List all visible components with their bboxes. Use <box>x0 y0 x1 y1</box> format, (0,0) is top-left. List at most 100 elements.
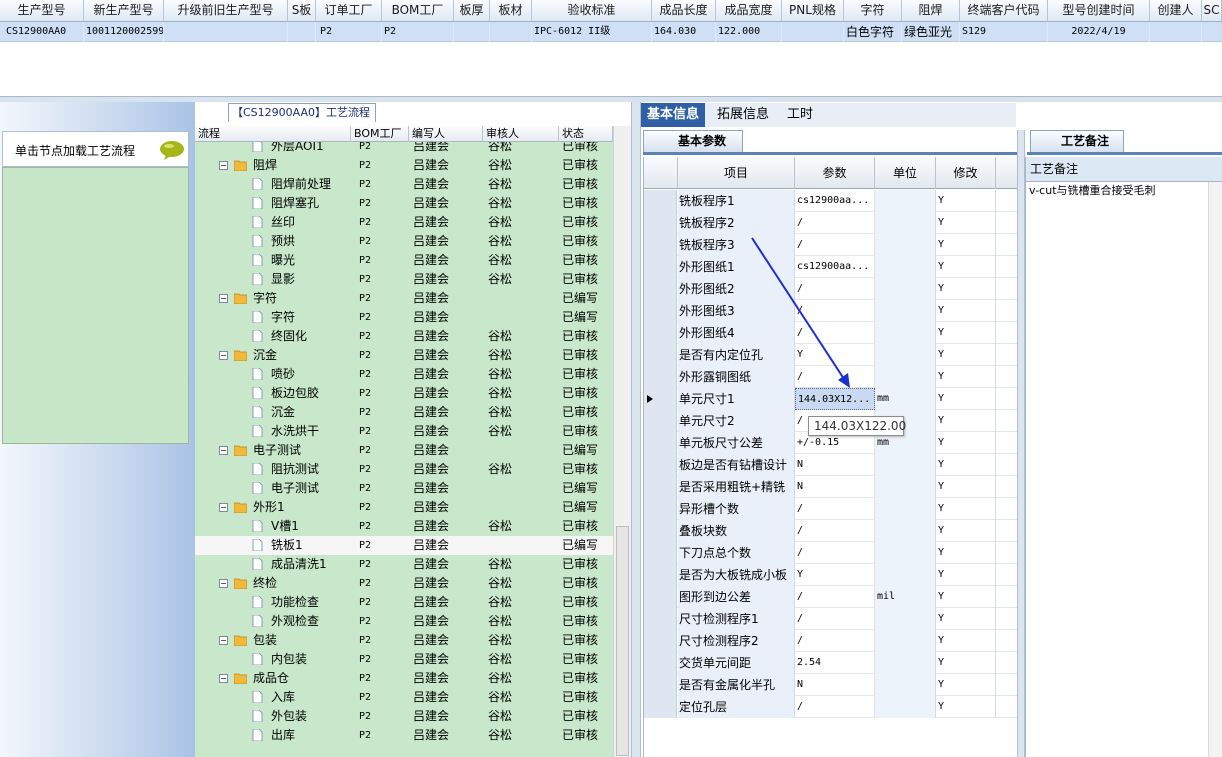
params-col-unit[interactable]: 单位 <box>875 157 936 189</box>
param-unit-cell[interactable]: mil <box>875 586 936 608</box>
col-header-length[interactable]: 成品长度 <box>652 0 716 22</box>
collapse-toggle-icon[interactable]: − <box>219 579 228 588</box>
param-unit-cell[interactable] <box>875 366 936 388</box>
collapse-toggle-icon[interactable]: − <box>219 503 228 512</box>
tree-col-flow[interactable]: 流程 <box>195 126 351 142</box>
tab-work-hours[interactable]: 工时 <box>781 103 819 127</box>
tree-group-row[interactable]: − 字符 P2 吕建会 已编写 <box>195 289 613 308</box>
tab-basic-params[interactable]: 基本参数 <box>643 130 743 152</box>
param-modify-cell[interactable]: Y <box>936 674 996 696</box>
row-indicator[interactable] <box>644 388 677 410</box>
param-unit-cell[interactable] <box>875 608 936 630</box>
col-header-standard[interactable]: 验收标准 <box>532 0 652 22</box>
notes-scrollbar[interactable] <box>1208 182 1222 757</box>
row-indicator[interactable] <box>644 630 677 652</box>
row-indicator[interactable] <box>644 696 677 718</box>
params-col-modify[interactable]: 修改 <box>936 157 996 189</box>
param-modify-cell[interactable]: Y <box>936 410 996 432</box>
row-indicator[interactable] <box>644 410 677 432</box>
col-header-new-model[interactable]: 新生产型号 <box>84 0 164 22</box>
row-indicator[interactable] <box>644 190 677 212</box>
tree-step-row[interactable]: 沉金 P2 吕建会 谷松 已审核 <box>195 403 613 422</box>
param-value-cell[interactable]: / <box>795 542 875 564</box>
vertical-splitter[interactable] <box>631 102 641 757</box>
tree-step-row[interactable]: 出库 P2 吕建会 谷松 已审核 <box>195 726 613 745</box>
tree-group-row[interactable]: − 成品仓 P2 吕建会 谷松 已审核 <box>195 669 613 688</box>
tree-step-row[interactable]: 阻抗测试 P2 吕建会 谷松 已审核 <box>195 460 613 479</box>
param-unit-cell[interactable] <box>875 300 936 322</box>
param-modify-cell[interactable]: Y <box>936 476 996 498</box>
param-row[interactable]: 铣板程序1 cs12900aa... Y <box>644 190 1018 212</box>
tree-step-row[interactable]: 内包装 P2 吕建会 谷松 已审核 <box>195 650 613 669</box>
param-unit-cell[interactable] <box>875 674 936 696</box>
param-unit-cell[interactable] <box>875 520 936 542</box>
param-row[interactable]: 板边是否有钻槽设计 N Y <box>644 454 1018 476</box>
param-unit-cell[interactable] <box>875 344 936 366</box>
param-row[interactable]: 是否为大板铣成小板 Y Y <box>644 564 1018 586</box>
param-value-cell[interactable]: Y <box>795 564 875 586</box>
param-value-cell[interactable]: N <box>795 674 875 696</box>
col-header-char[interactable]: 字符 <box>844 0 902 22</box>
tree-step-row[interactable]: 喷砂 P2 吕建会 谷松 已审核 <box>195 365 613 384</box>
row-indicator[interactable] <box>644 300 677 322</box>
param-unit-cell[interactable] <box>875 454 936 476</box>
tab-extended-info[interactable]: 拓展信息 <box>711 103 775 127</box>
tree-step-row[interactable]: 成品清洗1 P2 吕建会 谷松 已审核 <box>195 555 613 574</box>
param-unit-cell[interactable] <box>875 542 936 564</box>
param-row[interactable]: 交货单元间距 2.54 Y <box>644 652 1018 674</box>
param-modify-cell[interactable]: Y <box>936 322 996 344</box>
collapse-toggle-icon[interactable]: − <box>219 636 228 645</box>
param-modify-cell[interactable]: Y <box>936 586 996 608</box>
col-header-thickness[interactable]: 板厚 <box>454 0 490 22</box>
tree-step-row[interactable]: 外层AOI1 P2 吕建会 谷松 已审核 <box>195 142 613 156</box>
param-modify-cell[interactable]: Y <box>936 630 996 652</box>
tree-step-row[interactable]: 终固化 P2 吕建会 谷松 已审核 <box>195 327 613 346</box>
tree-col-bom[interactable]: BOM工厂 <box>351 126 409 142</box>
row-indicator[interactable] <box>644 454 677 476</box>
tree-step-row[interactable]: 阻焊前处理 P2 吕建会 谷松 已审核 <box>195 175 613 194</box>
row-indicator[interactable] <box>644 586 677 608</box>
param-modify-cell[interactable]: Y <box>936 432 996 454</box>
tree-group-row[interactable]: − 阻焊 P2 吕建会 谷松 已审核 <box>195 156 613 175</box>
row-indicator[interactable] <box>644 366 677 388</box>
param-modify-cell[interactable]: Y <box>936 498 996 520</box>
tree-step-row[interactable]: 丝印 P2 吕建会 谷松 已审核 <box>195 213 613 232</box>
param-row[interactable]: 尺寸检测程序1/ Y <box>644 608 1018 630</box>
col-header-bom-factory[interactable]: BOM工厂 <box>382 0 454 22</box>
row-indicator[interactable] <box>644 212 677 234</box>
col-header-pnl[interactable]: PNL规格 <box>782 0 844 22</box>
param-modify-cell[interactable]: Y <box>936 608 996 630</box>
tree-group-row[interactable]: − 沉金 P2 吕建会 谷松 已审核 <box>195 346 613 365</box>
param-unit-cell[interactable] <box>875 256 936 278</box>
tree-col-reviewer[interactable]: 审核人 <box>483 126 559 142</box>
tree-step-row[interactable]: 阻焊塞孔 P2 吕建会 谷松 已审核 <box>195 194 613 213</box>
param-row[interactable]: 定位孔层 / Y <box>644 696 1018 718</box>
param-row[interactable]: 叠板块数 / Y <box>644 520 1018 542</box>
param-value-cell[interactable]: / <box>795 586 875 608</box>
col-header-creator[interactable]: 创建人 <box>1150 0 1202 22</box>
row-indicator[interactable] <box>644 322 677 344</box>
param-unit-cell[interactable] <box>875 630 936 652</box>
param-modify-cell[interactable]: Y <box>936 190 996 212</box>
tree-step-row[interactable]: 功能检查 P2 吕建会 谷松 已审核 <box>195 593 613 612</box>
collapse-toggle-icon[interactable]: − <box>219 446 228 455</box>
right-splitter[interactable] <box>1017 130 1025 757</box>
param-row[interactable]: 尺寸检测程序2/ Y <box>644 630 1018 652</box>
tab-process-notes[interactable]: 工艺备注 <box>1030 130 1124 152</box>
tree-scrollbar[interactable] <box>613 126 631 757</box>
param-modify-cell[interactable]: Y <box>936 388 996 410</box>
tree-step-row[interactable]: 字符 P2 吕建会 已编写 <box>195 308 613 327</box>
param-unit-cell[interactable] <box>875 322 936 344</box>
tree-step-row[interactable]: V槽1 P2 吕建会 谷松 已审核 <box>195 517 613 536</box>
param-unit-cell[interactable]: mm <box>875 388 936 410</box>
collapse-toggle-icon[interactable]: − <box>219 161 228 170</box>
params-col-value[interactable]: 参数 <box>795 157 875 189</box>
param-unit-cell[interactable] <box>875 696 936 718</box>
col-header-s-board[interactable]: S板 <box>288 0 316 22</box>
tree-step-row[interactable]: 外观检查 P2 吕建会 谷松 已审核 <box>195 612 613 631</box>
row-indicator[interactable] <box>644 234 677 256</box>
tree-step-row[interactable]: 外包装 P2 吕建会 谷松 已审核 <box>195 707 613 726</box>
collapse-toggle-icon[interactable]: − <box>219 674 228 683</box>
param-row[interactable]: 异形槽个数 / Y <box>644 498 1018 520</box>
row-indicator[interactable] <box>644 278 677 300</box>
